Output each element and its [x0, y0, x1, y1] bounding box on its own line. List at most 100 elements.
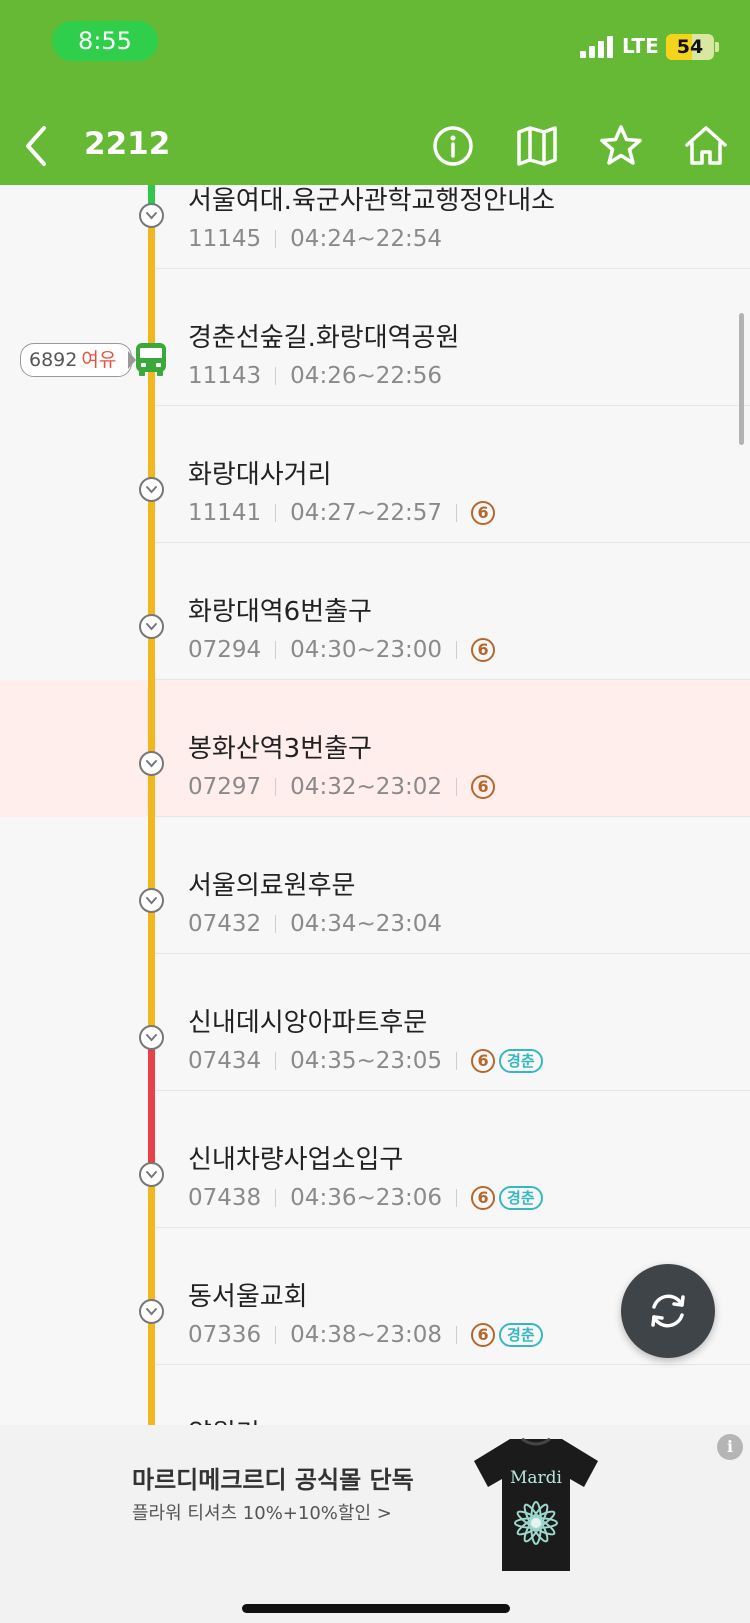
- bus-tag[interactable]: 6892 여유: [20, 343, 132, 377]
- stop-node-chevron-down-icon[interactable]: [139, 203, 164, 228]
- row-divider: [154, 679, 750, 680]
- stop-row[interactable]: 서울의료원후문 07432 04:34~23:04: [0, 817, 750, 954]
- subway-line-badge: 6: [471, 1049, 496, 1073]
- stop-id: 07434: [188, 1048, 262, 1074]
- row-divider: [154, 816, 750, 817]
- chevron-left-icon: [26, 126, 46, 166]
- stop-list[interactable]: 양원리동서울교회0733604:38~23:086경춘신내차량사업소입구0743…: [0, 185, 750, 1425]
- tshirt-image: Mardi: [474, 1437, 598, 1571]
- chevron-down-icon: [146, 897, 157, 905]
- stop-node-chevron-down-icon[interactable]: [139, 751, 164, 776]
- favorite-button[interactable]: [593, 118, 649, 174]
- stop-name: 동서울교회: [188, 1282, 308, 1312]
- stop-node-chevron-down-icon[interactable]: [139, 614, 164, 639]
- operating-hours: 04:27~22:57: [290, 500, 443, 526]
- info-button[interactable]: [425, 118, 481, 174]
- route-line-congested: [148, 1041, 155, 1174]
- subway-line-badge: 6: [471, 638, 496, 662]
- operating-hours: 04:26~22:56: [290, 363, 443, 389]
- stop-node-chevron-down-icon[interactable]: [139, 1299, 164, 1324]
- stop-row[interactable]: 양원리: [0, 1365, 750, 1425]
- stop-row[interactable]: 화랑대역6번출구 07294 04:30~23:00 6: [0, 543, 750, 680]
- subway-line-badge: 6: [471, 501, 496, 525]
- stop-meta: 07434 04:35~23:05 6 경춘: [188, 1048, 543, 1074]
- stop-name: 신내차량사업소입구: [188, 1145, 404, 1175]
- stop-name: 양원리: [188, 1413, 260, 1425]
- chevron-down-icon: [146, 1308, 157, 1316]
- stop-name: 서울의료원후문: [188, 871, 356, 901]
- meta-separator: [275, 641, 277, 659]
- meta-separator: [456, 641, 458, 659]
- subway-line-badge: 6: [471, 1323, 496, 1347]
- chevron-down-icon: [146, 1034, 157, 1042]
- stop-name: 신내데시앙아파트후문: [188, 1008, 428, 1038]
- battery-tip: [715, 42, 719, 52]
- stop-id: 07432: [188, 911, 262, 937]
- chevron-down-icon: [146, 623, 157, 631]
- operating-hours: 04:30~23:00: [290, 637, 443, 663]
- home-icon: [685, 126, 727, 165]
- stop-id: 11145: [188, 226, 262, 252]
- refresh-button[interactable]: [621, 1264, 715, 1358]
- app-header: 8:55 LTE 54 2212: [0, 0, 750, 185]
- star-icon: [600, 125, 642, 165]
- stop-name: 화랑대역6번출구: [188, 597, 372, 627]
- status-time: 8:55: [52, 21, 158, 61]
- ad-subtitle: 플라워 티셔츠 10%+10%할인 >: [132, 1503, 392, 1524]
- home-indicator[interactable]: [242, 1604, 510, 1613]
- ad-banner[interactable]: 마르디메크르디 공식몰 단독 플라워 티셔츠 10%+10%할인 > Mardi…: [0, 1425, 750, 1623]
- stop-row[interactable]: 신내데시앙아파트후문 07434 04:35~23:05 6 경춘: [0, 954, 750, 1091]
- row-divider: [154, 1090, 750, 1091]
- meta-separator: [456, 1326, 458, 1344]
- row-divider: [154, 542, 750, 543]
- operating-hours: 04:38~23:08: [290, 1322, 443, 1348]
- tshirt-text: Mardi: [510, 1468, 563, 1488]
- stop-meta: 11145 04:24~22:54: [188, 226, 442, 252]
- row-divider: [154, 405, 750, 406]
- stop-row[interactable]: 경춘선숲길.화랑대역공원 11143 04:26~22:56: [0, 269, 750, 406]
- chevron-down-icon: [146, 760, 157, 768]
- meta-separator: [275, 1326, 277, 1344]
- operating-hours: 04:34~23:04: [290, 911, 443, 937]
- stop-node-chevron-down-icon[interactable]: [139, 1162, 164, 1187]
- meta-separator: [456, 1189, 458, 1207]
- home-button[interactable]: [678, 118, 734, 174]
- operating-hours: 04:36~23:06: [290, 1185, 443, 1211]
- stop-node-chevron-down-icon[interactable]: [139, 477, 164, 502]
- stop-meta: 07336 04:38~23:08 6 경춘: [188, 1322, 543, 1348]
- network-type: LTE: [622, 34, 659, 58]
- stop-row[interactable]: 화랑대사거리 11141 04:27~22:57 6: [0, 406, 750, 543]
- stop-node-chevron-down-icon[interactable]: [139, 1025, 164, 1050]
- chevron-down-icon: [146, 1171, 157, 1179]
- stop-node-chevron-down-icon[interactable]: [139, 888, 164, 913]
- meta-separator: [275, 778, 277, 796]
- stop-id: 11143: [188, 363, 262, 389]
- stop-meta: 07438 04:36~23:06 6 경춘: [188, 1185, 543, 1211]
- operating-hours: 04:35~23:05: [290, 1048, 443, 1074]
- row-divider: [154, 268, 750, 269]
- row-divider: [154, 953, 750, 954]
- stop-meta: 07294 04:30~23:00 6: [188, 637, 496, 663]
- scrollbar[interactable]: [739, 313, 744, 445]
- back-button[interactable]: [18, 118, 68, 174]
- row-divider: [154, 1364, 750, 1365]
- stop-meta: 11141 04:27~22:57 6: [188, 500, 496, 526]
- map-icon: [517, 126, 557, 166]
- gyeongchun-line-badge: 경춘: [499, 1323, 543, 1347]
- stop-row[interactable]: 신내차량사업소입구 07438 04:36~23:06 6 경춘: [0, 1091, 750, 1228]
- bus-congestion: 여유: [81, 349, 117, 371]
- stop-id: 07336: [188, 1322, 262, 1348]
- meta-separator: [456, 504, 458, 522]
- signal-icon: [580, 36, 614, 58]
- stop-name: 봉화산역3번출구: [188, 734, 372, 764]
- ad-title: 마르디메크르디 공식몰 단독: [132, 1466, 414, 1494]
- map-button[interactable]: [509, 118, 565, 174]
- battery-icon: 54: [666, 34, 714, 60]
- refresh-icon: [651, 1294, 685, 1328]
- stop-row[interactable]: 봉화산역3번출구 07297 04:32~23:02 6: [0, 680, 750, 817]
- stop-row[interactable]: 서울여대.육군사관학교행정안내소 11145 04:24~22:54: [0, 185, 750, 269]
- ad-info-icon[interactable]: i: [717, 1434, 743, 1460]
- stop-id: 11141: [188, 500, 262, 526]
- route-line-smooth: [148, 185, 155, 205]
- bus-icon[interactable]: [135, 342, 167, 376]
